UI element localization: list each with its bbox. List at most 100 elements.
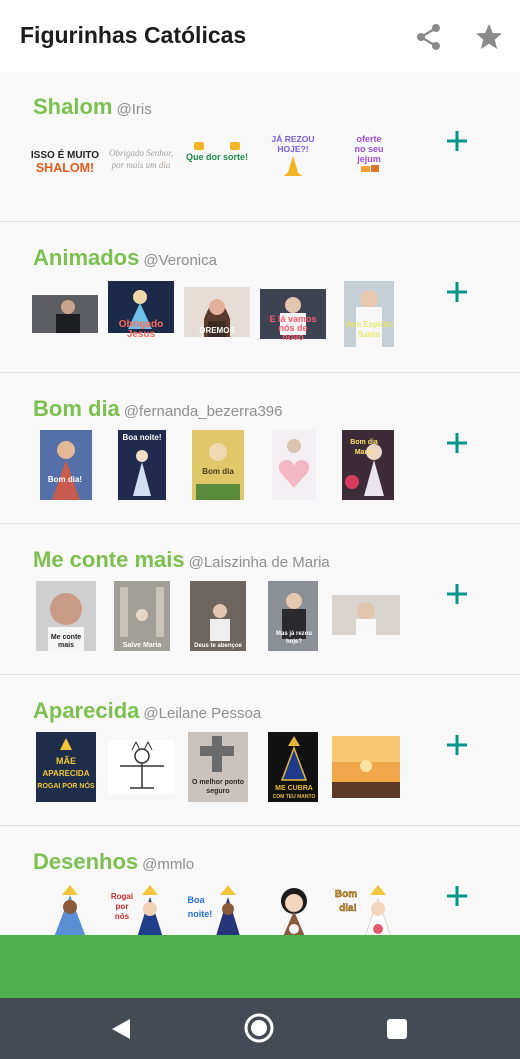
sticker-preview: Obrigado Senhor, por mais um dia — [106, 128, 176, 198]
sticker-preview: Bom dia! — [30, 430, 100, 500]
sticker-text: novo — [282, 332, 304, 342]
sticker-preview: Vem Espírito Santo — [334, 279, 404, 349]
sticker-text: nós — [115, 912, 130, 921]
sticker-preview: Que dor sorte! — [182, 128, 252, 198]
sticker-preview — [258, 430, 328, 500]
sticker-preview-row: Me conte mais Salve Maria Deus te abenço… — [30, 581, 410, 653]
star-icon[interactable] — [474, 22, 504, 52]
sticker-text: Que dor sorte! — [186, 152, 248, 162]
sticker-preview — [330, 581, 400, 651]
pack-header: Me conte mais @Laiszinha de Maria — [33, 547, 330, 573]
sticker-pack-bom-dia[interactable]: Bom dia @fernanda_bezerra396 Bom dia! Boa… — [0, 374, 520, 524]
sticker-preview: Mas já rezou hoje? — [258, 581, 328, 651]
pack-author: @fernanda_bezerra396 — [123, 403, 283, 420]
system-navigation-bar — [0, 998, 520, 1059]
sticker-preview: E lá vamos nós de novo — [258, 279, 328, 349]
sticker-text: Rogai — [111, 892, 133, 901]
sticker-pack-shalom[interactable]: Shalom @Iris ISSO É MUITO SHALOM! Obrigad… — [0, 72, 520, 222]
sticker-text: Boa — [187, 895, 205, 905]
share-icon[interactable] — [414, 22, 444, 52]
add-pack-button[interactable] — [440, 426, 474, 460]
sticker-text: Jesus — [127, 329, 156, 340]
sticker-preview — [106, 732, 176, 802]
pack-name: Shalom — [33, 94, 113, 119]
bottom-action-bar — [0, 935, 520, 998]
sticker-text: mais — [58, 642, 74, 649]
sticker-text: Bom dia — [202, 467, 234, 476]
sticker-preview: JÁ REZOU HOJE?! — [258, 128, 328, 198]
add-pack-button[interactable] — [440, 879, 474, 913]
sticker-text: ROGAI POR NÓS — [37, 781, 95, 790]
pack-author: @Iris — [116, 101, 152, 118]
pack-header: Shalom @Iris — [33, 94, 152, 120]
sticker-preview: MÃE APARECIDA ROGAI POR NÓS — [30, 732, 100, 802]
sticker-text: no seu — [354, 144, 383, 154]
sticker-preview-row: ISSO É MUITO SHALOM! Obrigado Senhor, po… — [30, 128, 410, 200]
sticker-preview: Me conte mais — [30, 581, 100, 651]
add-pack-button[interactable] — [440, 728, 474, 762]
sticker-text: Vem Espírito — [345, 320, 394, 329]
sticker-preview: Obrigado Jesus — [106, 279, 176, 349]
pack-header: Bom dia @fernanda_bezerra396 — [33, 396, 282, 422]
sticker-preview: Bom dia — [182, 430, 252, 500]
sticker-text: O melhor ponto — [192, 779, 244, 786]
sticker-text: SHALOM! — [36, 161, 94, 175]
sticker-text: JÁ REZOU — [272, 134, 315, 144]
sticker-text: Deus te abençoe — [194, 643, 242, 649]
sticker-preview: O melhor ponto seguro — [182, 732, 252, 802]
app-bar: Figurinhas Católicas — [0, 0, 520, 72]
pack-author: @Laiszinha de Maria — [188, 554, 330, 571]
add-pack-button[interactable] — [440, 577, 474, 611]
sticker-text: Bom dia! — [48, 475, 82, 484]
sticker-pack-me-conte-mais[interactable]: Me conte mais @Laiszinha de Maria Me cont… — [0, 525, 520, 675]
recent-apps-icon[interactable] — [385, 1017, 409, 1041]
home-circle-icon[interactable] — [243, 1012, 275, 1044]
sticker-preview: Boa noite! — [106, 430, 176, 500]
pack-name: Bom dia — [33, 396, 120, 421]
pack-name: Aparecida — [33, 698, 140, 723]
sticker-text: Boa noite! — [122, 433, 161, 442]
sticker-pack-aparecida[interactable]: Aparecida @Leilane Pessoa MÃE APARECIDA R… — [0, 676, 520, 826]
sticker-preview: Salve Maria — [106, 581, 176, 651]
sticker-preview: OREMOS — [182, 279, 252, 349]
sticker-preview — [30, 279, 100, 349]
sticker-preview: ME CUBRA COM TEU MANTO — [258, 732, 328, 802]
pack-header: Desenhos @mmlo — [33, 849, 194, 875]
add-pack-button[interactable] — [440, 124, 474, 158]
sticker-text: APARECIDA — [43, 769, 90, 778]
sticker-text: Maria — [355, 449, 373, 456]
sticker-text: Bom — [335, 889, 357, 900]
sticker-preview: Bom dia Maria — [334, 430, 404, 500]
sticker-text: ISSO É MUITO — [31, 148, 99, 161]
sticker-text: oferte — [356, 134, 381, 144]
sticker-preview: ISSO É MUITO SHALOM! — [30, 128, 100, 198]
sticker-text: Santo — [358, 330, 380, 339]
sticker-text: dia! — [339, 903, 357, 914]
sticker-text: hoje? — [286, 639, 302, 645]
sticker-preview-row: Bom dia! Boa noite! Bom dia Bom dia Mari… — [30, 430, 410, 502]
pack-header: Aparecida @Leilane Pessoa — [33, 698, 261, 724]
sticker-preview: oferte no seu jejum — [334, 128, 404, 198]
sticker-text: Me conte — [51, 634, 81, 641]
sticker-text: seguro — [206, 788, 229, 795]
sticker-text: Mas já rezou — [276, 631, 312, 637]
sticker-text: Salve Maria — [123, 642, 162, 649]
pack-author: @Leilane Pessoa — [143, 705, 262, 722]
pack-name: Animados — [33, 245, 140, 270]
sticker-pack-animados[interactable]: Animados @Veronica Obrigado Jesus OREMOS… — [0, 223, 520, 373]
sticker-text: noite! — [188, 909, 213, 919]
pack-name: Desenhos — [33, 849, 139, 874]
sticker-preview — [330, 732, 400, 802]
pack-header: Animados @Veronica — [33, 245, 217, 271]
sticker-text: por — [116, 902, 129, 911]
sticker-preview-row: MÃE APARECIDA ROGAI POR NÓS O melhor pon… — [30, 732, 410, 804]
sticker-text: por mais um dia — [111, 160, 171, 170]
sticker-text: OREMOS — [199, 326, 235, 335]
sticker-preview: Deus te abençoe — [182, 581, 252, 651]
pack-author: @Veronica — [143, 252, 217, 269]
pack-author: @mmlo — [142, 856, 195, 873]
back-triangle-icon[interactable] — [108, 1016, 134, 1042]
sticker-text: COM TEU MANTO — [273, 794, 316, 800]
add-pack-button[interactable] — [440, 275, 474, 309]
sticker-text: MÃE — [56, 756, 76, 766]
